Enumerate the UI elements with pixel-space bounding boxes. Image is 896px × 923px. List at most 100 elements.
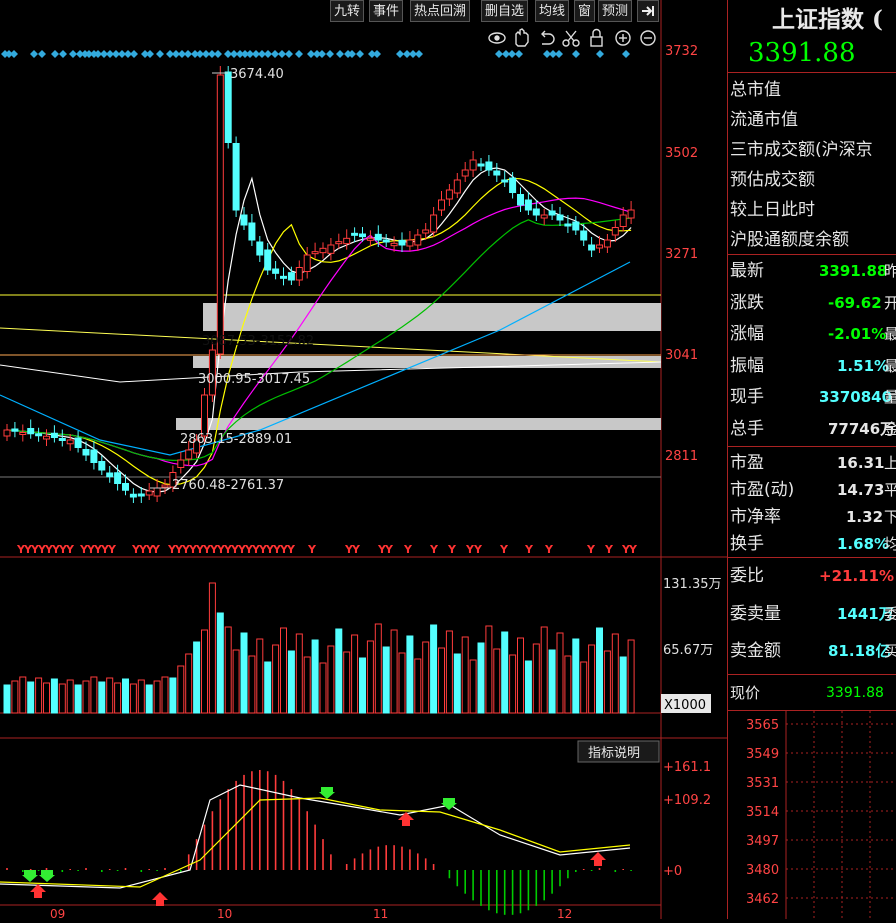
price-tick: 2811 bbox=[665, 449, 698, 464]
scissors-icon[interactable] bbox=[562, 30, 580, 47]
toolbar-button-jiuzhuan[interactable]: 九转 bbox=[330, 0, 365, 22]
mini-axis-tick: 3480 bbox=[746, 863, 779, 878]
candle bbox=[414, 234, 422, 246]
volume-bar bbox=[153, 680, 161, 714]
candle bbox=[382, 239, 390, 243]
price-tick: 3271 bbox=[665, 247, 698, 262]
volume-bar bbox=[98, 681, 106, 714]
lock-icon[interactable] bbox=[590, 28, 603, 47]
candle bbox=[390, 242, 398, 247]
candle bbox=[106, 472, 114, 478]
panel-row-label: 振幅 bbox=[730, 355, 764, 376]
panel-row-tail: 上 bbox=[884, 448, 896, 478]
panel-row: 最新 3391.88昨 bbox=[730, 256, 896, 286]
panel-row: 委卖量1441万委 bbox=[730, 599, 896, 629]
hand-icon[interactable] bbox=[515, 28, 529, 47]
volume-bar bbox=[43, 682, 50, 714]
eye-icon[interactable] bbox=[488, 32, 506, 44]
panel-row-value: -2.01% bbox=[828, 325, 887, 343]
volume-bar bbox=[161, 676, 169, 714]
candle bbox=[66, 439, 74, 445]
volume-bar bbox=[129, 683, 137, 714]
signal-marker: Y bbox=[151, 543, 161, 556]
toolbar-button-ma[interactable]: 均线 bbox=[535, 0, 570, 22]
signal-diamond bbox=[495, 50, 503, 58]
quote-panel: 上证指数 ( 3391.88 总市值 流通市值 三市成交额(沪深京 预估成交额 较上日此… bbox=[727, 0, 896, 919]
volume-bar bbox=[216, 612, 224, 714]
panel-row-label: 市盈 bbox=[730, 453, 764, 473]
panel-row-tail: 买 bbox=[884, 636, 896, 666]
candle bbox=[548, 210, 556, 216]
undo-icon[interactable] bbox=[541, 30, 555, 45]
panel-row: 现手 3370840量 bbox=[730, 382, 896, 412]
candle bbox=[43, 435, 50, 440]
toolbar-button-remove-watchlist[interactable]: 删自选 bbox=[481, 0, 529, 22]
candle bbox=[611, 227, 619, 236]
toolbar-button-window[interactable]: 窗 bbox=[574, 0, 596, 22]
zoom-in-icon[interactable] bbox=[615, 30, 631, 46]
volume-bar bbox=[19, 676, 27, 714]
panel-row-label: 卖金额 bbox=[730, 641, 781, 661]
signal-diamond bbox=[415, 50, 423, 58]
candle bbox=[422, 229, 430, 234]
kline-chart[interactable]: Y Y Y Y Y Y Y Y Y Y Y Y Y Y Y YY Y Y Y Y Y Y Y Y Y Y Y Y Y Y Y Y Y Y Y Y Y Y Y… bbox=[0, 0, 727, 921]
signal-marker: Y bbox=[604, 543, 614, 556]
sell-signal-arrow bbox=[319, 787, 335, 799]
signal-diamond bbox=[373, 50, 381, 58]
signal-diamond bbox=[596, 50, 604, 58]
panel-row: 涨幅 -2.01%最 bbox=[730, 319, 896, 349]
mini-axis-tick: 3514 bbox=[746, 805, 779, 820]
candle bbox=[224, 71, 232, 143]
panel-row: 卖金额 81.18亿买 bbox=[730, 636, 896, 666]
price-tick: 3041 bbox=[665, 348, 698, 363]
signal-diamond bbox=[572, 50, 580, 58]
volume-bar bbox=[208, 582, 216, 714]
candle bbox=[295, 267, 303, 281]
signal-marker: Y bbox=[429, 543, 439, 556]
volume-bar bbox=[303, 656, 311, 714]
panel-row-value: 3391.88 bbox=[819, 262, 888, 280]
candle bbox=[619, 214, 627, 227]
volume-bar bbox=[145, 684, 153, 714]
volume-bar bbox=[122, 678, 129, 714]
panel-row-label: 较上日此时 bbox=[730, 200, 815, 220]
volume-bar bbox=[114, 682, 122, 714]
candle bbox=[366, 237, 374, 241]
candle bbox=[27, 428, 35, 435]
zoom-out-icon[interactable] bbox=[640, 30, 656, 46]
panel-row-label: 沪股通额度余额 bbox=[730, 230, 849, 250]
kline-chart-area[interactable]: YYYYYYYYYYYYYYYYYYYYYYYYYYYYYYYYYYYYYYYY… bbox=[0, 0, 727, 921]
volume-bar bbox=[398, 652, 406, 714]
candle bbox=[588, 244, 596, 251]
exit-arrow-icon[interactable] bbox=[637, 0, 659, 22]
toolbar-button-forecast[interactable]: 预测 bbox=[598, 0, 633, 22]
candle bbox=[501, 179, 509, 183]
candle bbox=[201, 394, 208, 437]
volume-bar bbox=[351, 634, 359, 714]
volume-mid-label: 65.67万 bbox=[663, 643, 713, 658]
moving-average-line bbox=[6, 177, 632, 486]
signal-diamond bbox=[336, 50, 344, 58]
candle bbox=[114, 472, 122, 484]
toolbar-button-events[interactable]: 事件 bbox=[369, 0, 404, 22]
date-tick: 12 bbox=[557, 907, 572, 919]
panel-row-tail: 昨 bbox=[884, 256, 896, 286]
signal-diamond bbox=[396, 50, 404, 58]
buy-signal-arrow bbox=[152, 892, 168, 906]
candle bbox=[161, 484, 169, 488]
volume-bar bbox=[445, 630, 453, 714]
candle bbox=[248, 222, 256, 241]
toolbar-button-hot-review[interactable]: 热点回溯 bbox=[410, 0, 471, 22]
volume-bar bbox=[74, 684, 82, 714]
chart-tool-icons bbox=[488, 28, 656, 47]
volume-bar bbox=[248, 655, 256, 714]
volume-bar bbox=[477, 642, 485, 714]
candle bbox=[406, 239, 414, 247]
panel-row-label: 现手 bbox=[730, 387, 764, 407]
macd-tick: +0 bbox=[663, 864, 682, 879]
candle bbox=[11, 428, 19, 432]
volume-bar bbox=[106, 677, 114, 714]
panel-row-tail: 平 bbox=[884, 475, 896, 505]
panel-row-label: 委卖量 bbox=[730, 603, 781, 624]
mini-axis-tick: 3531 bbox=[746, 776, 779, 791]
